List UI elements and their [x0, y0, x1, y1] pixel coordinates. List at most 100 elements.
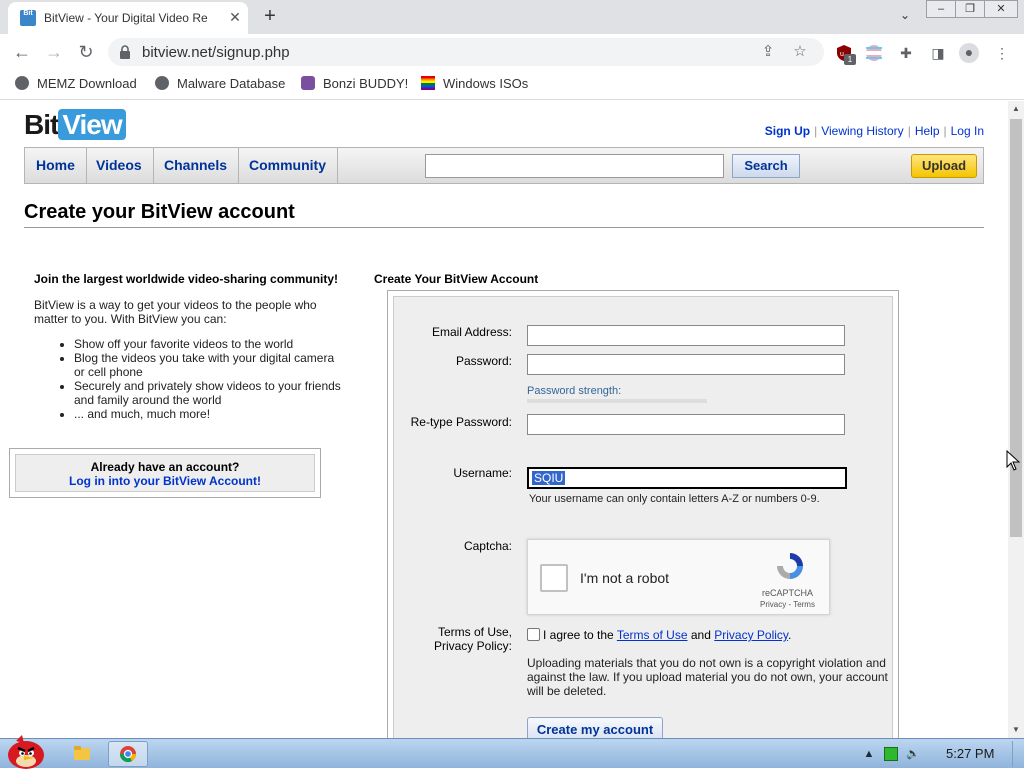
top-links: Sign Up | Viewing History | Help | Log In [764, 124, 984, 138]
taskbar-chrome[interactable] [108, 741, 148, 767]
scroll-up-arrow-icon[interactable]: ▲ [1008, 101, 1024, 117]
show-desktop-button[interactable] [1012, 741, 1022, 767]
extension-badge: 1 [844, 54, 856, 65]
login-question: Already have an account? [90, 460, 240, 474]
bookmark-windows-isos[interactable]: Windows ISOs [421, 76, 528, 94]
terms-of-use-link[interactable]: Terms of Use [617, 628, 688, 642]
flag-extension-icon[interactable] [865, 44, 883, 62]
rainbow-flag-icon [421, 76, 435, 90]
password-label: Password: [455, 354, 512, 368]
nav-divider [337, 148, 338, 183]
forward-arrow-icon[interactable]: → [42, 41, 66, 65]
bookmark-star-icon[interactable]: ☆ [790, 42, 810, 62]
nav-tab-home[interactable]: Home [25, 148, 87, 183]
page-scrollbar[interactable]: ▲ ▼ [1008, 101, 1024, 738]
site-search-input[interactable] [425, 154, 724, 178]
terms-checkbox[interactable] [527, 628, 540, 641]
tab-title: BitView - Your Digital Video Re [44, 11, 208, 25]
nav-tab-community[interactable]: Community [238, 148, 338, 183]
privacy-policy-link[interactable]: Privacy Policy [714, 628, 788, 642]
intro-text: BitView is a way to get your videos to t… [34, 298, 317, 326]
chrome-icon [119, 746, 137, 763]
site-navbar: Home Videos Channels Community Search Up… [24, 147, 984, 184]
tab-search-chevron-icon[interactable]: ⌄ [896, 8, 914, 26]
side-panel-icon[interactable]: ◨ [929, 44, 947, 62]
recaptcha-text: I'm not a robot [580, 570, 670, 586]
profile-avatar-icon[interactable]: ● [959, 43, 979, 63]
recaptcha-logo-icon [777, 553, 803, 579]
copyright-notice: Uploading materials that you do not own … [527, 656, 888, 698]
bookmark-memz[interactable]: MEMZ Download [15, 76, 137, 94]
nav-tab-channels[interactable]: Channels [153, 148, 240, 183]
scroll-down-arrow-icon[interactable]: ▼ [1008, 722, 1024, 738]
nav-tab-videos[interactable]: Videos [85, 148, 154, 183]
bonzi-icon [301, 76, 315, 90]
bookmark-malware-database[interactable]: Malware Database [155, 76, 285, 94]
browser-toolbar: ← → ↻ bitview.net/signup.php ⇪ ☆ u 1 ✚ ◨… [0, 34, 1024, 70]
signup-form: Email Address: Password: Password streng… [387, 290, 899, 738]
login-account-link[interactable]: Log in into your BitView Account! [16, 474, 314, 488]
browser-tab[interactable]: Bit BitView - Your Digital Video Re ✕ [8, 2, 248, 34]
create-account-button[interactable]: Create my account [527, 717, 663, 738]
email-label: Email Address: [431, 325, 512, 339]
volume-icon[interactable]: 🔈 [906, 747, 920, 761]
terms-label: Terms of Use, Privacy Policy: [433, 625, 512, 653]
network-icon[interactable] [884, 747, 898, 761]
captcha-label: Captcha: [463, 539, 512, 553]
recaptcha-checkbox[interactable] [540, 564, 568, 592]
globe-icon [15, 76, 29, 90]
search-button[interactable]: Search [732, 154, 800, 178]
new-tab-icon[interactable]: + [258, 5, 282, 29]
tray-expand-icon[interactable]: ▲ [862, 747, 876, 761]
page-title: Create your BitView account [24, 201, 295, 223]
globe-icon [155, 76, 169, 90]
username-label: Username: [453, 466, 512, 480]
login-box-inner: Already have an account? Log in into you… [15, 454, 315, 492]
retype-password-label: Re-type Password: [410, 415, 512, 429]
reload-icon[interactable]: ↻ [74, 41, 98, 65]
close-window-icon[interactable]: ✕ [984, 0, 1018, 18]
intro-list: Show off your favorite videos to the wor… [34, 337, 344, 421]
password-strength-label: Password strength: [527, 385, 622, 397]
password-field[interactable] [527, 354, 845, 375]
list-item: Securely and privately show videos to yo… [74, 379, 344, 407]
folder-icon [74, 746, 90, 760]
minimize-window-icon[interactable]: – [926, 0, 956, 18]
viewing-history-link[interactable]: Viewing History [821, 124, 903, 138]
list-item: ... and much, much more! [74, 407, 344, 421]
bookmark-bonzi-buddy[interactable]: Bonzi BUDDY! [301, 76, 408, 94]
recaptcha-privacy-terms[interactable]: Privacy - Terms [760, 600, 815, 609]
more-menu-icon[interactable]: ⋮ [993, 44, 1011, 62]
login-link[interactable]: Log In [951, 124, 984, 138]
back-arrow-icon[interactable]: ← [10, 41, 34, 65]
retype-password-field[interactable] [527, 414, 845, 435]
lock-icon [120, 45, 130, 59]
email-field[interactable] [527, 325, 845, 346]
taskbar-explorer[interactable] [62, 741, 102, 767]
scrollbar-thumb[interactable] [1010, 119, 1022, 537]
recaptcha-widget: I'm not a robot reCAPTCHA Privacy - Term… [527, 539, 830, 615]
page-content: Bit View Sign Up | Viewing History | Help | Log… [0, 101, 1008, 738]
upload-button[interactable]: Upload [911, 154, 977, 178]
form-heading: Create Your BitView Account [374, 272, 539, 286]
mouse-cursor-icon [1006, 450, 1020, 471]
login-box: Already have an account? Log in into you… [9, 448, 321, 498]
intro-heading: Join the largest worldwide video-sharing… [34, 272, 339, 286]
password-strength-bar [527, 399, 707, 403]
extensions-puzzle-icon[interactable]: ✚ [897, 44, 915, 62]
browser-tab-strip: Bit BitView - Your Digital Video Re ✕ + … [0, 0, 1024, 34]
restore-window-icon[interactable]: ❐ [955, 0, 985, 18]
url-text: bitview.net/signup.php [142, 44, 290, 61]
username-field[interactable]: SQIU [527, 467, 847, 489]
angry-bird-start-icon[interactable] [2, 731, 50, 769]
share-icon[interactable]: ⇪ [758, 42, 778, 62]
taskbar: ▲ 🔈 5:27 PM [0, 735, 1024, 769]
terms-agreement: I agree to the Terms of Use and Privacy … [543, 628, 792, 642]
list-item: Blog the videos you take with your digit… [74, 351, 344, 379]
bitview-logo[interactable]: Bit View [24, 109, 126, 143]
signup-link[interactable]: Sign Up [765, 124, 810, 138]
close-tab-icon[interactable]: ✕ [226, 8, 244, 26]
help-link[interactable]: Help [915, 124, 940, 138]
address-bar[interactable]: bitview.net/signup.php ⇪ ☆ [108, 38, 824, 66]
taskbar-clock[interactable]: 5:27 PM [946, 746, 994, 761]
